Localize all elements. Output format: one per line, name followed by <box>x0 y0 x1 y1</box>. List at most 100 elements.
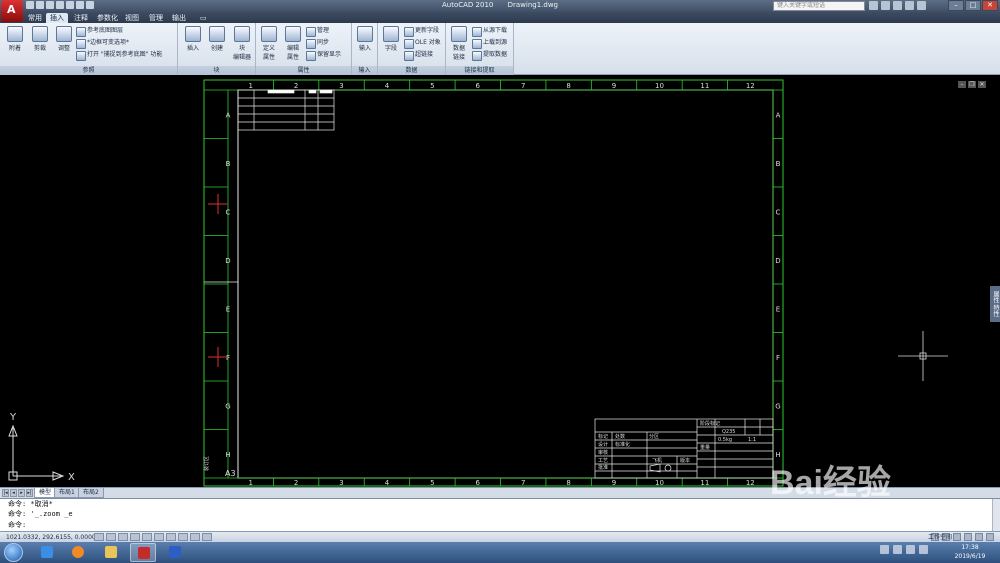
tab-home[interactable]: 常用 <box>24 13 46 23</box>
hyperlink-button[interactable]: 超链接 <box>404 50 433 61</box>
osnap-toggle[interactable] <box>142 533 152 541</box>
side-palette-tab[interactable]: 属性 特性 <box>990 286 1000 322</box>
update-fields-button[interactable]: 更新字段 <box>404 26 439 37</box>
start-button[interactable] <box>4 543 23 562</box>
viewport-close-icon[interactable]: ✕ <box>978 81 986 88</box>
search-icon[interactable] <box>869 1 878 10</box>
download-from-source-button[interactable]: 从源下载 <box>472 26 507 37</box>
subscription-center-icon[interactable] <box>881 1 890 10</box>
ribbon-minimize-icon[interactable]: ▭ <box>196 13 211 23</box>
browser-icon <box>41 546 53 558</box>
last-layout-icon[interactable]: ▸| <box>26 489 33 497</box>
column-label: 12 <box>746 82 755 90</box>
lineweight-toggle[interactable] <box>190 533 200 541</box>
workspace-switcher[interactable]: 工作空间 <box>928 533 952 542</box>
annotation-scale-icon[interactable] <box>986 533 994 541</box>
sync-attributes-button[interactable]: 同步 <box>306 38 329 49</box>
ucs-icon <box>8 424 65 481</box>
edit-attributes-button[interactable]: 编辑 属性 <box>280 25 306 63</box>
attach-button[interactable]: 附着 <box>2 25 28 63</box>
dyn-toggle[interactable] <box>178 533 188 541</box>
viewport-restore-icon[interactable]: ❐ <box>968 81 976 88</box>
panel-title-attributes[interactable]: 属性 <box>256 66 351 75</box>
taskbar-autocad[interactable] <box>130 543 156 562</box>
adjust-button[interactable]: 调整 <box>51 25 77 63</box>
retain-display-dropdown[interactable]: 保留显示 <box>306 50 341 61</box>
ortho-toggle[interactable] <box>118 533 128 541</box>
tab-output[interactable]: 输出 <box>168 13 190 23</box>
drawing-canvas[interactable]: 1 2 3 4 5 6 7 8 9 10 11 12 1 2 3 4 5 6 7 8 9 10 11 12 ABCDEFGH… <box>0 76 1000 487</box>
favorites-icon[interactable] <box>905 1 914 10</box>
snap-underlay-dropdown[interactable]: 打开 "捕捉到参考底图" 功能 <box>76 50 162 61</box>
tab-layout2[interactable]: 布局2 <box>78 488 104 498</box>
column-label: 4 <box>385 82 390 90</box>
watermark-brand: Bai经验 <box>770 464 891 502</box>
command-scrollbar[interactable] <box>992 499 1000 532</box>
data-link-button[interactable]: 数据 链接 <box>446 25 472 63</box>
manage-attributes-button[interactable]: 管理 <box>306 26 329 37</box>
title-block <box>594 418 774 479</box>
clip-button[interactable]: 剪裁 <box>27 25 53 63</box>
application-menu-button[interactable] <box>1 0 23 22</box>
import-button[interactable]: 输入 <box>352 25 378 63</box>
snap-toggle[interactable] <box>94 533 104 541</box>
grid-toggle[interactable] <box>106 533 116 541</box>
tab-parametric[interactable]: 参数化 <box>93 13 122 23</box>
otrack-toggle[interactable] <box>154 533 164 541</box>
field-icon <box>383 26 399 42</box>
taskbar-clock[interactable]: 17:38 2019/6/19 <box>948 543 992 561</box>
revision-table <box>237 89 335 131</box>
upload-to-source-button[interactable]: 上载到源 <box>472 38 507 49</box>
tab-manage[interactable]: 管理 <box>145 13 167 23</box>
quick-properties-toggle[interactable] <box>202 533 212 541</box>
taskbar-ie[interactable] <box>34 543 60 562</box>
windows-taskbar: 17:38 2019/6/19 <box>0 542 1000 563</box>
communication-center-icon[interactable] <box>893 1 902 10</box>
tab-model[interactable]: 模型 <box>34 488 57 498</box>
extract-data-button[interactable]: 提取数据 <box>472 50 507 61</box>
maximize-button[interactable]: □ <box>965 0 981 11</box>
close-button[interactable]: ✕ <box>982 0 998 11</box>
tab-insert[interactable]: 插入 <box>46 13 68 23</box>
command-input[interactable]: 命令: <box>8 521 26 530</box>
coordinate-readout[interactable]: 1021.0332, 292.6155, 0.0000 <box>6 533 96 542</box>
tab-annotate[interactable]: 注释 <box>70 13 92 23</box>
block-editor-button[interactable]: 块 编辑器 <box>228 25 256 63</box>
insert-block-button[interactable]: 插入 <box>180 25 206 63</box>
row-label: D <box>775 257 780 265</box>
panel-title-reference[interactable]: 参照 <box>0 66 177 75</box>
steering-wheel-icon[interactable] <box>964 533 972 541</box>
ucs-x-label: X <box>68 472 75 483</box>
underlay-layers-button[interactable]: 参考底图图层 <box>76 26 123 37</box>
viewport-minimize-icon[interactable]: – <box>958 81 966 88</box>
notification-icon[interactable] <box>919 545 928 554</box>
create-block-button[interactable]: 创建 <box>204 25 230 63</box>
zoom-icon[interactable] <box>953 533 961 541</box>
showmotion-icon[interactable] <box>975 533 983 541</box>
taskbar-media-player[interactable] <box>65 543 91 562</box>
minimize-button[interactable]: – <box>948 0 964 11</box>
panel-title-linking: 链接和提取 <box>446 66 513 75</box>
panel-reference: 附着 剪裁 调整 参考底图图层 *边框可变选项* 打开 "捕捉到参考底图" 功能… <box>0 23 178 75</box>
ducs-toggle[interactable] <box>166 533 176 541</box>
input-method-icon[interactable] <box>880 545 889 554</box>
next-layout-icon[interactable]: ▸ <box>18 489 25 497</box>
network-icon[interactable] <box>893 545 902 554</box>
define-attributes-button[interactable]: 定义 属性 <box>256 25 282 63</box>
prev-layout-icon[interactable]: ◂ <box>10 489 17 497</box>
ole-object-button[interactable]: OLE 对象 <box>404 38 441 49</box>
frames-variable-dropdown[interactable]: *边框可变选项* <box>76 38 129 49</box>
tab-view[interactable]: 视图 <box>121 13 143 23</box>
field-button[interactable]: 字段 <box>378 25 404 63</box>
tab-layout1[interactable]: 布局1 <box>54 488 80 498</box>
help-icon[interactable] <box>917 1 926 10</box>
taskbar-app[interactable] <box>162 543 188 562</box>
search-input[interactable]: 键入关键字或短语 <box>773 1 865 11</box>
drawing-svg: 1 2 3 4 5 6 7 8 9 10 11 12 1 2 3 4 5 6 7 8 9 10 11 12 ABCDEFGH… <box>8 79 948 487</box>
svg-text:0.5kg: 0.5kg <box>718 437 732 443</box>
taskbar-explorer[interactable] <box>98 543 124 562</box>
first-layout-icon[interactable]: |◂ <box>2 489 9 497</box>
polar-toggle[interactable] <box>130 533 140 541</box>
volume-icon[interactable] <box>906 545 915 554</box>
panel-title-block[interactable]: 块 <box>178 66 255 75</box>
